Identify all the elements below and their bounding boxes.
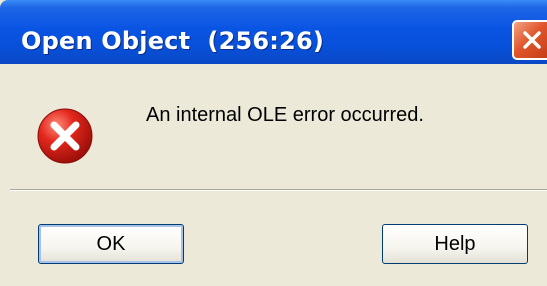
divider-highlight (10, 190, 547, 191)
dialog-title: Open Object (256:26) (21, 27, 325, 55)
error-icon (37, 108, 93, 164)
error-message: An internal OLE error occurred. (146, 104, 424, 126)
ok-button[interactable]: OK (38, 224, 184, 264)
help-button[interactable]: Help (382, 224, 528, 264)
close-icon (523, 31, 541, 49)
close-button[interactable] (512, 20, 547, 60)
title-bar[interactable]: Open Object (256:26) (0, 0, 547, 64)
dialog-window: Open Object (256:26) An internal OLE err… (0, 0, 547, 286)
